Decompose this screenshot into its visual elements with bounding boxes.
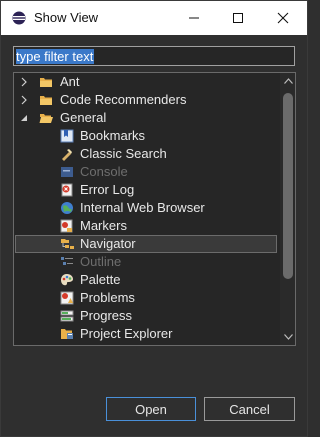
error-log-icon bbox=[61, 183, 73, 197]
tree-item-progress[interactable]: Progress bbox=[15, 307, 277, 325]
tree-item-label: Internal Web Browser bbox=[80, 200, 205, 215]
tree-item-label: Markers bbox=[80, 218, 127, 233]
scroll-down-button[interactable] bbox=[280, 329, 295, 345]
tree-item-navigator[interactable]: Navigator bbox=[15, 235, 277, 253]
open-button[interactable]: Open bbox=[106, 397, 196, 421]
tree-item-project-explorer[interactable]: Project Explorer bbox=[15, 325, 277, 343]
minimize-button[interactable] bbox=[174, 3, 214, 33]
expand-arrow-icon[interactable] bbox=[19, 95, 29, 105]
console-icon bbox=[61, 167, 73, 177]
palette-icon bbox=[61, 274, 73, 286]
tree-item-error-log[interactable]: Error Log bbox=[15, 181, 277, 199]
window-title: Show View bbox=[34, 10, 99, 25]
filter-field[interactable] bbox=[13, 46, 295, 66]
folder-open-icon bbox=[39, 114, 53, 123]
chevron-up-icon bbox=[283, 78, 293, 84]
bookmarks-icon bbox=[60, 129, 74, 143]
maximize-icon bbox=[233, 13, 243, 23]
tree-item-general[interactable]: General bbox=[15, 109, 277, 127]
tree-item-label: Code Recommenders bbox=[60, 92, 187, 107]
maximize-button[interactable] bbox=[218, 3, 258, 33]
outline-icon bbox=[61, 257, 73, 265]
project-explorer-icon bbox=[61, 329, 73, 339]
tree-item-label: Project Explorer bbox=[80, 326, 173, 341]
folder-icon bbox=[40, 96, 52, 105]
markers-icon bbox=[60, 219, 73, 233]
title-bar[interactable]: Show View bbox=[1, 1, 307, 35]
show-view-dialog: Show View Ant Code Recommenders bbox=[0, 0, 308, 437]
tree-item-label: Navigator bbox=[80, 236, 136, 251]
tree-item-label: Palette bbox=[80, 272, 121, 287]
problems-icon bbox=[60, 291, 74, 305]
search-flashlight-icon bbox=[62, 149, 72, 161]
tree-item-label: Problems bbox=[80, 290, 135, 305]
tree-item-code-recommenders[interactable]: Code Recommenders bbox=[15, 91, 277, 109]
tree-item-bookmarks[interactable]: Bookmarks bbox=[15, 127, 277, 145]
minimize-icon bbox=[189, 17, 199, 19]
tree-item-internal-web-browser[interactable]: Internal Web Browser bbox=[15, 199, 277, 217]
cancel-button-label: Cancel bbox=[229, 401, 270, 417]
tree-item-label: Progress bbox=[80, 308, 133, 323]
globe-icon bbox=[61, 202, 73, 214]
tree-item-ant[interactable]: Ant bbox=[15, 73, 277, 91]
tree-item-console[interactable]: Console bbox=[15, 163, 277, 181]
tree-item-problems[interactable]: Problems bbox=[15, 289, 277, 307]
scroll-up-button[interactable] bbox=[280, 73, 295, 89]
open-button-label: Open bbox=[135, 401, 167, 417]
vertical-scrollbar[interactable] bbox=[280, 73, 295, 345]
tree-item-label: Ant bbox=[60, 74, 80, 89]
tree-item-outline[interactable]: Outline bbox=[15, 253, 277, 271]
tree-item-label: Error Log bbox=[80, 182, 135, 197]
tree-item-label: Classic Search bbox=[80, 146, 167, 161]
tree-item-classic-search[interactable]: Classic Search bbox=[15, 145, 277, 163]
tree-item-label: Console bbox=[80, 164, 128, 179]
view-tree[interactable]: Ant Code Recommenders General Bookmarks … bbox=[13, 72, 296, 346]
tree-item-markers[interactable]: Markers bbox=[15, 217, 277, 235]
tree-item-label: Outline bbox=[80, 254, 122, 269]
progress-icon bbox=[60, 310, 74, 322]
close-button[interactable] bbox=[263, 3, 303, 33]
navigator-icon bbox=[61, 239, 74, 249]
tree-item-label: General bbox=[60, 110, 107, 125]
folder-icon bbox=[40, 78, 52, 87]
eclipse-icon bbox=[12, 11, 26, 25]
scrollbar-thumb[interactable] bbox=[283, 93, 293, 279]
tree-item-palette[interactable]: Palette bbox=[15, 271, 277, 289]
close-icon bbox=[277, 12, 289, 24]
collapse-arrow-icon[interactable] bbox=[19, 113, 29, 123]
chevron-down-icon bbox=[283, 334, 293, 340]
filter-input[interactable] bbox=[14, 47, 294, 65]
tree-item-label: Bookmarks bbox=[80, 128, 146, 143]
cancel-button[interactable]: Cancel bbox=[204, 397, 295, 421]
expand-arrow-icon[interactable] bbox=[19, 77, 29, 87]
